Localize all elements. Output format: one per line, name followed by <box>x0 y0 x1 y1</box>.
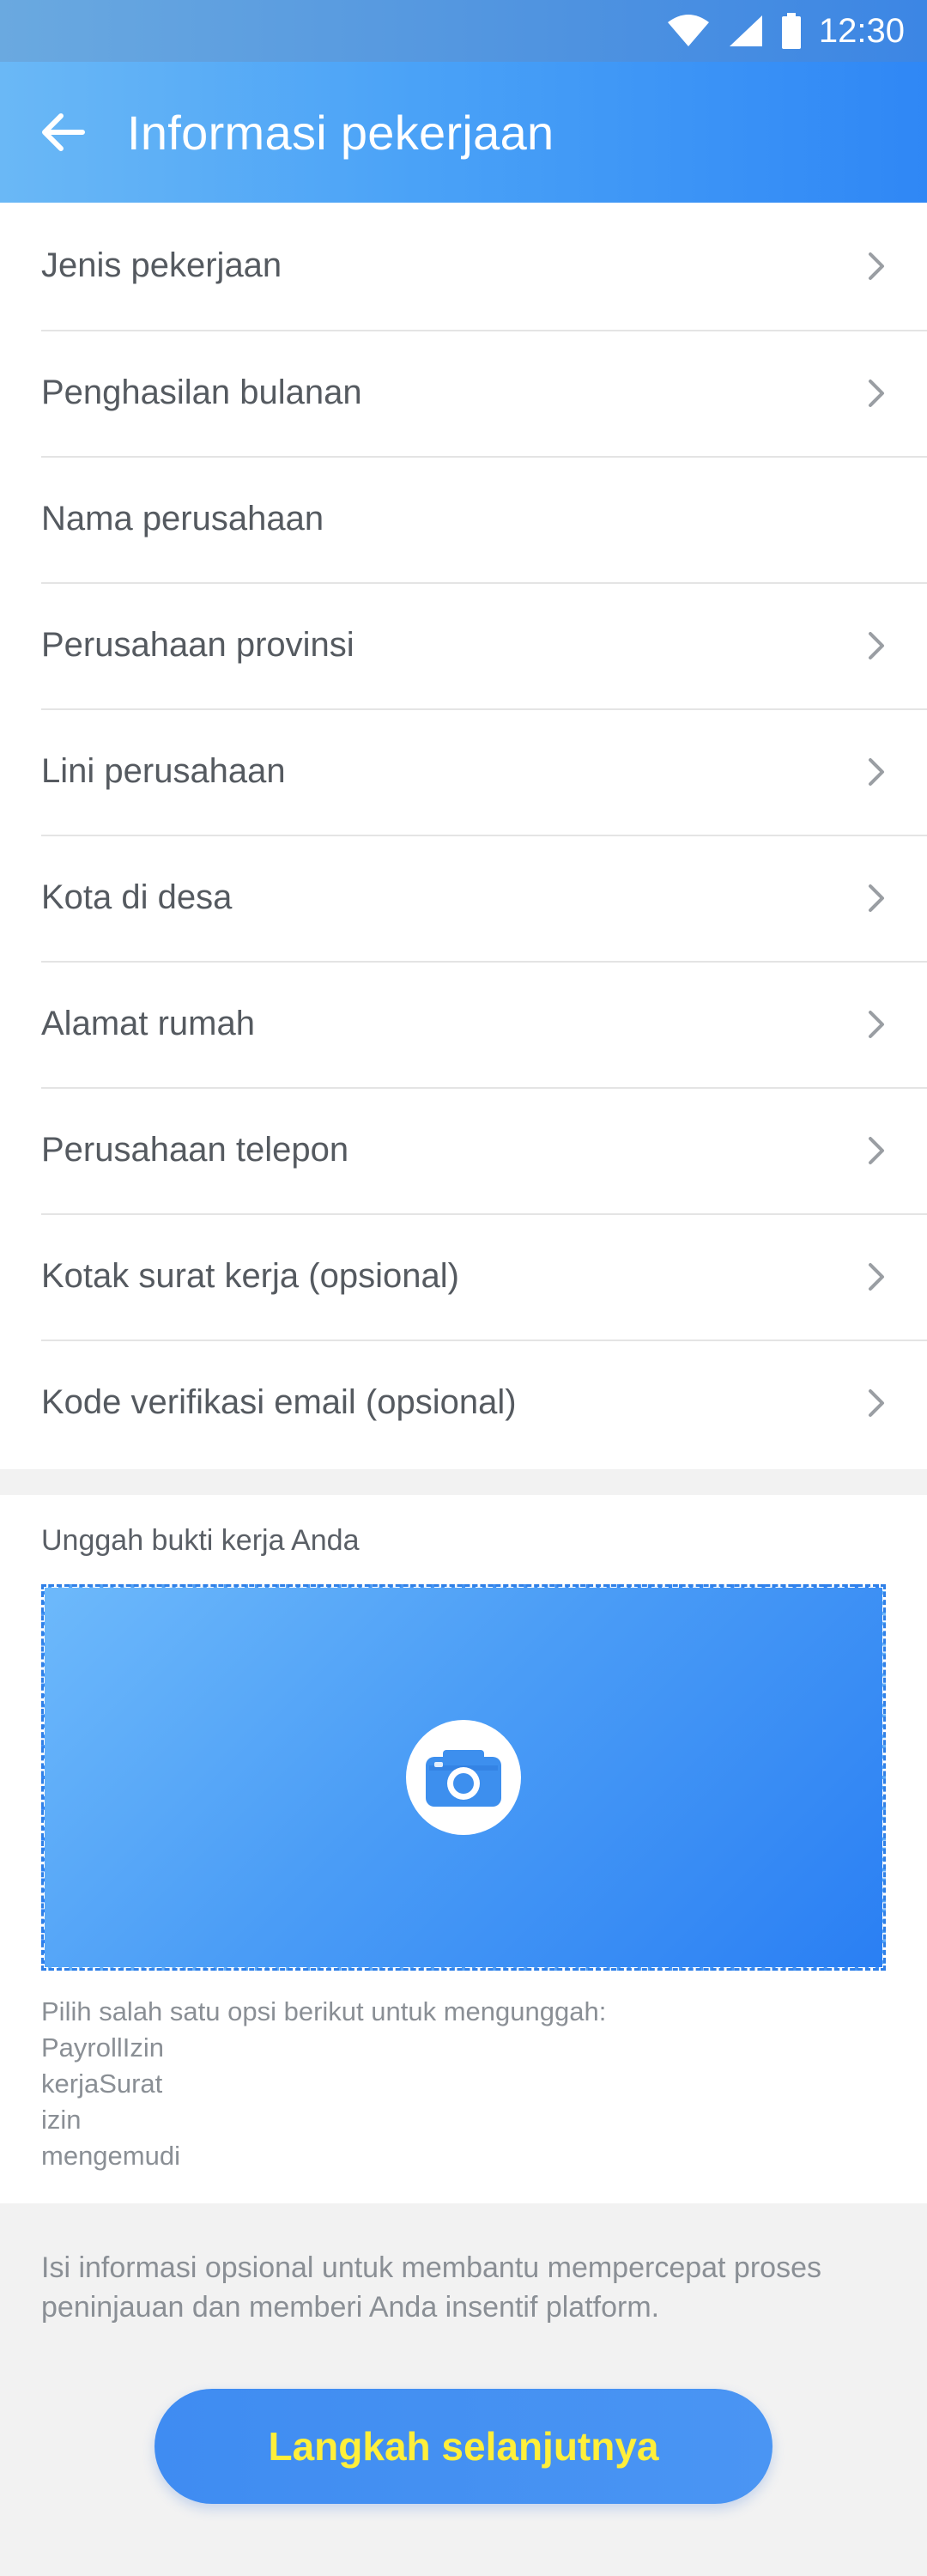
chevron-right-icon <box>869 757 884 786</box>
next-step-button[interactable]: Langkah selanjutnya <box>154 2389 772 2504</box>
row-label: Kotak surat kerja (opsional) <box>41 1257 459 1295</box>
chevron-right-icon <box>869 1010 884 1038</box>
row-label: Perusahaan telepon <box>41 1131 349 1169</box>
app-bar: Informasi pekerjaan <box>0 62 927 203</box>
chevron-right-icon <box>869 884 884 912</box>
chevron-right-icon <box>869 1136 884 1164</box>
row-label: Kota di desa <box>41 878 233 916</box>
arrow-left-icon <box>42 113 85 151</box>
instruction-line: izin <box>41 2105 82 2135</box>
row-label: Jenis pekerjaan <box>41 246 282 284</box>
instruction-line: mengemudi <box>41 2141 180 2171</box>
camera-button[interactable] <box>406 1720 521 1835</box>
row-kode-verifikasi-email[interactable]: Kode verifikasi email (opsional) <box>41 1340 927 1466</box>
upload-section: Unggah bukti kerja Anda Pilih salah satu… <box>0 1495 927 2203</box>
chevron-right-icon <box>869 379 884 407</box>
row-label: Penghasilan bulanan <box>41 374 362 411</box>
optional-info-text: Isi informasi opsional untuk membantu me… <box>41 2251 821 2324</box>
upload-instructions: Pilih salah satu opsi berikut untuk meng… <box>41 1994 886 2174</box>
row-label: Nama perusahaan <box>41 500 324 538</box>
row-perusahaan-telepon[interactable]: Perusahaan telepon <box>41 1087 927 1213</box>
instruction-line: kerjaSurat <box>41 2069 163 2099</box>
instruction-line: PayrollIzin <box>41 2032 164 2063</box>
row-label: Lini perusahaan <box>41 752 286 790</box>
row-penghasilan-bulanan[interactable]: Penghasilan bulanan <box>41 330 927 456</box>
row-jenis-pekerjaan[interactable]: Jenis pekerjaan <box>41 203 927 329</box>
status-time: 12:30 <box>818 11 905 50</box>
job-info-form: Jenis pekerjaan Penghasilan bulanan Nama… <box>0 203 927 1469</box>
cell-signal-icon <box>728 14 764 48</box>
chevron-right-icon <box>869 1262 884 1291</box>
row-alamat-rumah[interactable]: Alamat rumah <box>41 961 927 1087</box>
row-lini-perusahaan[interactable]: Lini perusahaan <box>41 708 927 835</box>
row-label: Kode verifikasi email (opsional) <box>41 1383 517 1421</box>
row-nama-perusahaan[interactable]: Nama perusahaan <box>41 456 927 582</box>
page-title: Informasi pekerjaan <box>127 105 554 160</box>
screen: 12:30 Informasi pekerjaan Jenis pekerjaa… <box>0 0 927 2576</box>
row-kota-di-desa[interactable]: Kota di desa <box>41 835 927 961</box>
battery-icon <box>781 13 802 49</box>
back-button[interactable] <box>33 102 93 162</box>
instruction-line: Pilih salah satu opsi berikut untuk meng… <box>41 1996 607 2026</box>
row-label: Perusahaan provinsi <box>41 626 354 664</box>
chevron-right-icon <box>869 631 884 659</box>
chevron-right-icon <box>869 1388 884 1417</box>
upload-dropzone[interactable] <box>41 1584 886 1971</box>
status-bar: 12:30 <box>0 0 927 62</box>
row-label: Alamat rumah <box>41 1005 255 1042</box>
upload-title: Unggah bukti kerja Anda <box>41 1524 360 1557</box>
camera-icon <box>426 1750 501 1807</box>
row-perusahaan-provinsi[interactable]: Perusahaan provinsi <box>41 582 927 708</box>
wifi-icon <box>666 14 711 48</box>
chevron-right-icon <box>869 252 884 280</box>
row-kotak-surat-kerja[interactable]: Kotak surat kerja (opsional) <box>41 1213 927 1340</box>
